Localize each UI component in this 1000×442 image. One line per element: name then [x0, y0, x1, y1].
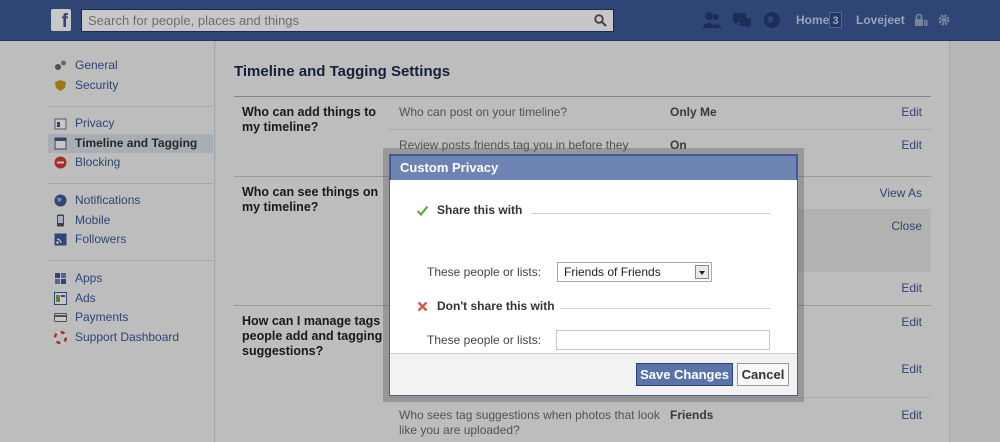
dialog-body: Share this with These people or lists: F… [390, 180, 797, 353]
cross-icon [417, 301, 428, 311]
dont-share-input[interactable] [556, 330, 770, 350]
dont-share-heading-rule [560, 308, 770, 309]
checkmark-icon [416, 205, 429, 216]
cancel-button[interactable]: Cancel [737, 363, 789, 386]
share-people-label: These people or lists: [427, 265, 542, 279]
dont-share-people-label: These people or lists: [427, 333, 542, 347]
share-audience-select[interactable]: Friends of Friends [557, 262, 712, 282]
share-heading-text: Share this with [437, 203, 523, 217]
custom-privacy-dialog: Custom Privacy Share this with These peo… [389, 154, 798, 396]
dialog-footer: Save Changes Cancel [390, 353, 797, 395]
save-changes-button[interactable]: Save Changes [636, 363, 733, 386]
share-heading-rule [531, 213, 770, 214]
dialog-title: Custom Privacy [390, 155, 797, 180]
share-audience-value: Friends of Friends [564, 265, 661, 279]
dont-share-heading-text: Don't share this with [437, 299, 555, 313]
dropdown-arrow-icon[interactable] [695, 265, 709, 279]
share-section-heading: Share this with [416, 203, 522, 217]
dont-share-section-heading: Don't share this with [416, 299, 555, 313]
